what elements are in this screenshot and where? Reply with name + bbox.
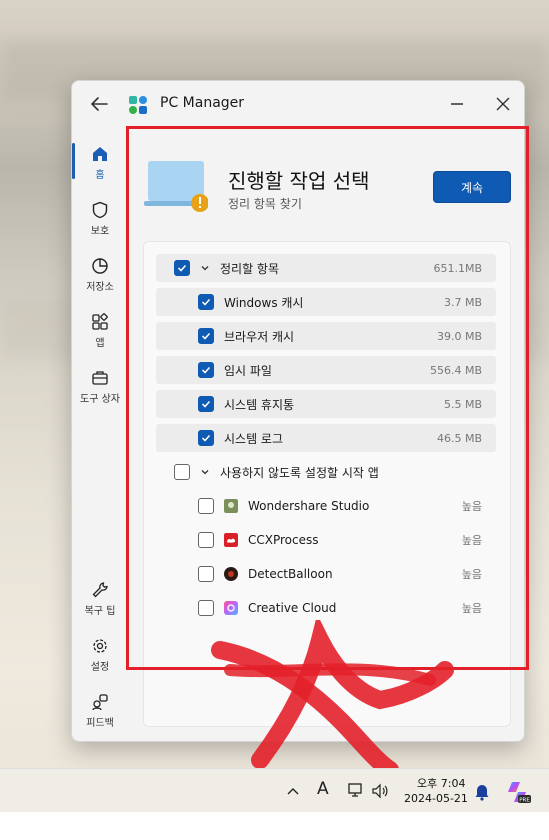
item-size: 5.5 MB	[443, 397, 482, 411]
copilot-icon[interactable]: PRE	[506, 779, 532, 805]
group-size: 651.1MB	[433, 261, 482, 275]
app-label: Creative Cloud	[248, 601, 337, 615]
ccxprocess-icon	[224, 533, 238, 547]
sidebar-item-apps[interactable]: 앱	[72, 313, 128, 349]
shield-icon	[92, 201, 108, 219]
creative-cloud-icon	[224, 601, 238, 615]
sidebar-item-storage[interactable]: 저장소	[72, 257, 128, 293]
page-subtitle: 정리 항목 찾기	[228, 197, 302, 211]
checkbox-checked-icon[interactable]	[198, 396, 214, 412]
cleanup-item-row[interactable]: Windows 캐시 3.7 MB	[156, 288, 496, 316]
sidebar: 홈 보호 저장소 앱 도구 상자 복구 팁 설정 피드백	[72, 135, 128, 741]
pc-manager-window: PC Manager 홈 보호 저장소 앱 도구 상자 복구 팁 설정 피드백 …	[71, 80, 525, 742]
cleanup-item-row[interactable]: 시스템 로그 46.5 MB	[156, 424, 496, 452]
chevron-down-icon[interactable]	[200, 263, 210, 273]
startup-group-row[interactable]: 사용하지 않도록 설정할 시작 앱	[156, 458, 496, 486]
app-impact: 높음	[461, 602, 482, 615]
ime-indicator[interactable]: A	[317, 779, 329, 799]
sidebar-item-label: 설정	[90, 662, 110, 673]
gear-icon	[93, 639, 107, 653]
window-title: PC Manager	[160, 95, 245, 111]
title-bar: PC Manager	[72, 81, 524, 127]
laptop-warning-icon	[144, 161, 208, 212]
app-label: Wondershare Studio	[248, 499, 370, 513]
wondershare-studio-icon	[224, 499, 238, 513]
checkbox-unchecked-icon[interactable]	[198, 566, 214, 582]
bottom-strip	[0, 812, 549, 840]
checkbox-unchecked-icon[interactable]	[174, 464, 190, 480]
sidebar-item-recovery-tips[interactable]: 복구 팁	[72, 581, 128, 617]
item-label: Windows 캐시	[224, 295, 304, 310]
checkbox-checked-icon[interactable]	[174, 260, 190, 276]
sidebar-item-label: 홈	[95, 170, 105, 181]
cleanup-item-row[interactable]: 임시 파일 556.4 MB	[156, 356, 496, 384]
minimize-icon[interactable]	[446, 93, 468, 115]
wrench-icon	[92, 582, 108, 598]
chevron-down-icon[interactable]	[200, 467, 210, 477]
app-impact: 높음	[461, 500, 482, 513]
detectballoon-icon	[224, 567, 238, 581]
back-arrow-icon[interactable]	[88, 93, 110, 115]
item-size: 39.0 MB	[436, 329, 482, 343]
item-size: 46.5 MB	[436, 431, 482, 445]
home-icon	[93, 147, 107, 161]
page-title: 진행할 작업 선택	[228, 169, 370, 193]
checkbox-unchecked-icon[interactable]	[198, 532, 214, 548]
app-impact: 높음	[461, 534, 482, 547]
sidebar-item-protection[interactable]: 보호	[72, 201, 128, 237]
startup-app-row[interactable]: CCXProcess 높음	[156, 526, 496, 554]
notification-bell-icon[interactable]	[474, 783, 490, 801]
sidebar-item-label: 보호	[90, 226, 110, 237]
volume-icon[interactable]	[371, 783, 389, 799]
sidebar-item-label: 저장소	[86, 282, 114, 293]
item-label: 브라우저 캐시	[224, 329, 295, 344]
item-label: 시스템 로그	[224, 431, 284, 446]
app-impact: 높음	[461, 568, 482, 581]
group-label: 정리할 항목	[220, 261, 280, 276]
app-label: CCXProcess	[248, 533, 319, 547]
task-list-card: 정리할 항목 651.1MB Windows 캐시 3.7 MB 브라우저 캐시…	[143, 241, 511, 727]
sidebar-item-toolbox[interactable]: 도구 상자	[72, 369, 128, 405]
item-label: 임시 파일	[224, 363, 272, 378]
checkbox-checked-icon[interactable]	[198, 294, 214, 310]
startup-app-row[interactable]: DetectBalloon 높음	[156, 560, 496, 588]
apps-icon	[92, 313, 108, 330]
clock-date[interactable]: 2024-05-21	[404, 792, 468, 805]
item-label: 시스템 휴지통	[224, 397, 295, 412]
feedback-icon	[92, 694, 108, 711]
toolbox-icon	[92, 371, 108, 385]
checkbox-unchecked-icon[interactable]	[198, 600, 214, 616]
checkbox-checked-icon[interactable]	[198, 362, 214, 378]
svg-text:PRE: PRE	[519, 797, 530, 803]
startup-app-row[interactable]: Creative Cloud 높음	[156, 594, 496, 622]
item-size: 3.7 MB	[443, 295, 482, 309]
app-label: DetectBalloon	[248, 567, 333, 581]
continue-button[interactable]: 계속	[433, 171, 511, 203]
close-icon[interactable]	[492, 93, 514, 115]
pie-chart-icon	[92, 258, 108, 274]
checkbox-checked-icon[interactable]	[198, 328, 214, 344]
sidebar-item-label: 피드백	[86, 718, 114, 729]
sidebar-item-home[interactable]: 홈	[72, 145, 128, 181]
sidebar-item-label: 앱	[95, 338, 105, 349]
group-label: 사용하지 않도록 설정할 시작 앱	[220, 465, 379, 480]
sidebar-item-label: 도구 상자	[80, 394, 120, 405]
chevron-up-icon[interactable]	[286, 785, 300, 797]
cleanup-item-row[interactable]: 시스템 휴지통 5.5 MB	[156, 390, 496, 418]
taskbar: A 오후 7:04 2024-05-21 PRE	[0, 768, 549, 812]
startup-app-row[interactable]: Wondershare Studio 높음	[156, 492, 496, 520]
checkbox-checked-icon[interactable]	[198, 430, 214, 446]
cleanup-group-row[interactable]: 정리할 항목 651.1MB	[156, 254, 496, 282]
pc-manager-logo-icon	[129, 96, 147, 114]
checkbox-unchecked-icon[interactable]	[198, 498, 214, 514]
item-size: 556.4 MB	[429, 363, 482, 377]
clock-time[interactable]: 오후 7:04	[417, 775, 465, 791]
sidebar-item-settings[interactable]: 설정	[72, 637, 128, 673]
cleanup-item-row[interactable]: 브라우저 캐시 39.0 MB	[156, 322, 496, 350]
network-icon[interactable]	[347, 783, 365, 799]
sidebar-item-label: 복구 팁	[84, 606, 116, 617]
sidebar-item-feedback[interactable]: 피드백	[72, 693, 128, 729]
